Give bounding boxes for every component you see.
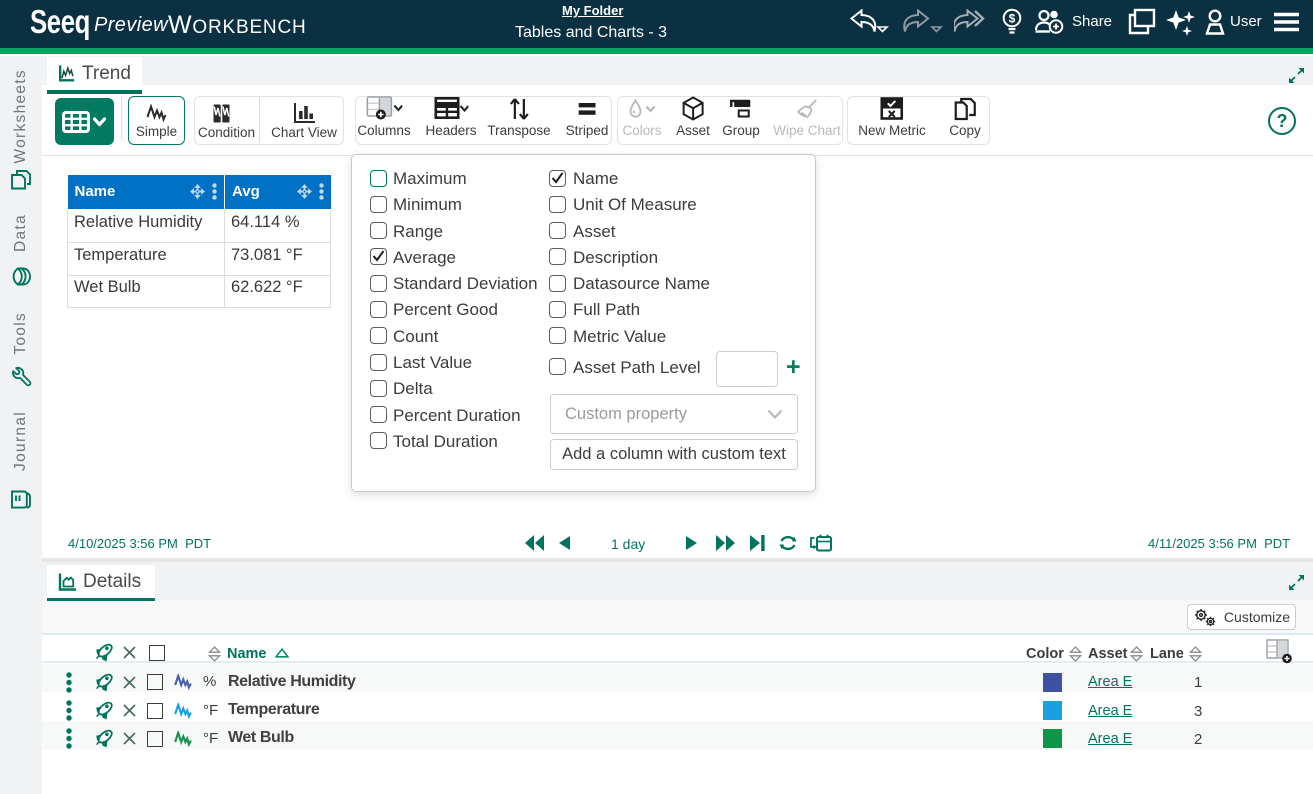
svg-text:$: $	[1009, 12, 1016, 26]
